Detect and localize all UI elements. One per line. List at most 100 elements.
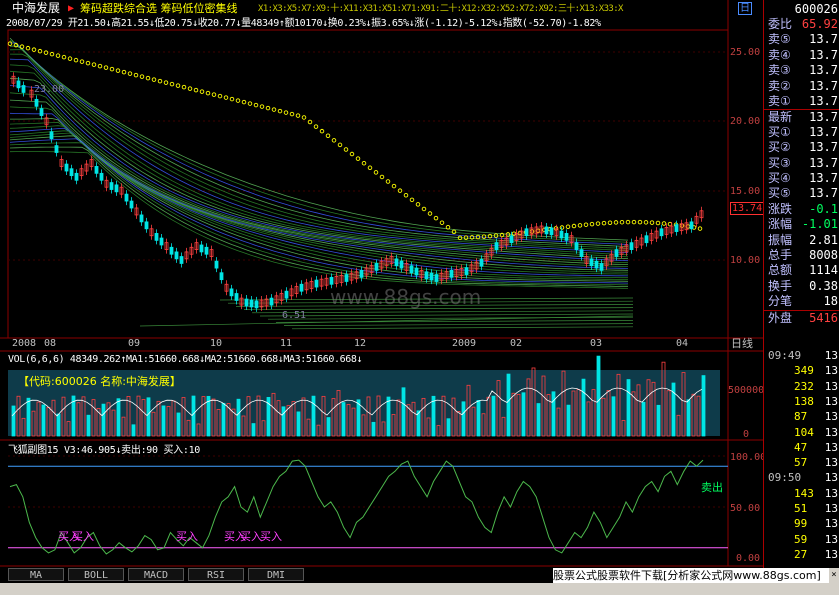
resistance-dot	[115, 68, 121, 73]
tick-price: 13	[824, 425, 838, 439]
tick-volume: 232	[794, 379, 814, 393]
resistance-dot	[103, 65, 109, 70]
candle-body	[599, 263, 604, 271]
resistance-dot	[121, 69, 127, 75]
resistance-dot	[49, 51, 55, 57]
resistance-dot	[391, 183, 397, 189]
tab-macd[interactable]: MACD	[128, 568, 184, 581]
candle-body	[219, 272, 224, 281]
candle-body	[314, 279, 319, 288]
volume-code-label: 【代码:600026 名称:中海发展】	[18, 375, 181, 388]
tab-rsi[interactable]: RSI	[188, 568, 244, 581]
period-icon[interactable]: 日	[738, 2, 752, 15]
resistance-dot	[259, 104, 265, 109]
tick-price: 13	[824, 440, 838, 454]
banner-close-icon[interactable]: ×	[829, 568, 839, 583]
current-price-tag: 13.74	[730, 202, 765, 215]
candle-body	[179, 256, 184, 264]
quote-row-value: 13.7	[809, 94, 838, 108]
resistance-dot	[385, 179, 391, 184]
tab-dmi[interactable]: DMI	[248, 568, 304, 581]
candle-body	[344, 274, 349, 282]
quote-row-value: 13.7	[809, 140, 838, 155]
moving-average-line	[9, 58, 629, 254]
candle-body	[54, 145, 59, 153]
volume-bar	[161, 405, 166, 437]
quote-row-label: 买②	[768, 140, 791, 155]
price-axis-label: 20.00	[730, 116, 761, 127]
volume-bar	[281, 406, 286, 437]
candle-body	[549, 227, 554, 236]
candle-body	[559, 230, 564, 239]
tab-boll[interactable]: BOLL	[68, 568, 124, 581]
volume-bar	[536, 403, 541, 437]
resistance-dot	[571, 223, 577, 229]
indicator-title[interactable]: 筹码超跌综合选 筹码低位密集线	[80, 2, 238, 15]
quote-row: 买① 13.7	[764, 125, 839, 140]
quote-row-value: 13.7	[809, 47, 838, 62]
quote-row: 涨跌 -0.1	[764, 202, 839, 217]
candle-body	[154, 233, 159, 241]
resistance-dot	[271, 107, 277, 112]
period-label[interactable]: 日线	[731, 337, 753, 350]
price-axis-label: 15.00	[730, 186, 761, 197]
quote-row-value: -0.1	[809, 201, 838, 216]
info-line: 2008/07/29 开21.50↓高21.55↓低20.75↓收20.77↓量…	[6, 18, 601, 29]
tick-price: 13	[824, 410, 838, 424]
resistance-dot	[481, 234, 487, 239]
quote-row-label: 卖①	[768, 94, 791, 108]
resistance-dot	[217, 93, 223, 99]
date-axis-label: 11	[280, 338, 293, 349]
tick-row: 232 13	[764, 379, 839, 394]
tick-row: 99 13	[764, 516, 839, 531]
candle-body	[479, 258, 484, 267]
horizontal-scrollbar[interactable]	[0, 583, 839, 595]
resistance-dot	[223, 95, 229, 100]
tick-volume: 51	[794, 502, 808, 515]
chip-line	[267, 316, 634, 320]
resistance-dot	[577, 223, 583, 228]
resistance-dot	[265, 105, 271, 111]
tick-row: 27 13	[764, 547, 839, 562]
quote-row-label: 买⑤	[768, 186, 791, 201]
volume-bar	[611, 396, 616, 437]
quote-row-label: 总手	[768, 248, 793, 262]
tick-price: 13	[824, 349, 838, 362]
resistance-dot	[175, 83, 181, 88]
tick-row: 349 13	[764, 363, 839, 378]
candle-body	[109, 182, 114, 190]
tab-ma[interactable]: MA	[8, 568, 64, 581]
quote-row: 振幅 2.81	[764, 233, 839, 248]
resistance-dot	[403, 192, 409, 198]
date-axis-label: 03	[590, 338, 603, 349]
candle-body	[249, 299, 254, 308]
candle-body	[329, 276, 334, 285]
resistance-dot	[211, 92, 217, 97]
quote-row-value: 13.7	[809, 63, 838, 78]
date-axis-label: 12	[354, 338, 367, 349]
resistance-dot	[169, 81, 175, 87]
tick-volume: 57	[794, 456, 808, 470]
date-axis-label: 02	[510, 338, 523, 349]
candle-body	[589, 258, 594, 267]
quote-row: 卖⑤ 13.7	[764, 32, 839, 47]
tick-price: 13	[824, 547, 838, 561]
ad-banner[interactable]: 股票公式股票软件下载[分析家公式网www.88gs.com]	[553, 568, 829, 583]
candle-body	[214, 260, 219, 269]
resistance-dot	[433, 215, 439, 221]
tick-price: 13	[824, 517, 838, 531]
candle-body	[394, 258, 399, 267]
resistance-dot	[247, 101, 253, 106]
indicator-axis-label: 0.00	[736, 553, 761, 564]
resistance-dot	[301, 115, 307, 120]
candle-body	[144, 221, 149, 230]
buy-signal-label: 买入	[176, 530, 198, 543]
quote-row: 卖① 13.7	[764, 94, 839, 109]
resistance-dot	[73, 57, 79, 63]
indicator-arrow-icon[interactable]: ▶	[68, 2, 74, 15]
candle-body	[99, 172, 104, 181]
candle-body	[139, 214, 144, 223]
buy-signal-label: 买入	[240, 530, 262, 543]
candle-body	[174, 251, 179, 260]
date-axis-label: 08	[44, 338, 57, 349]
